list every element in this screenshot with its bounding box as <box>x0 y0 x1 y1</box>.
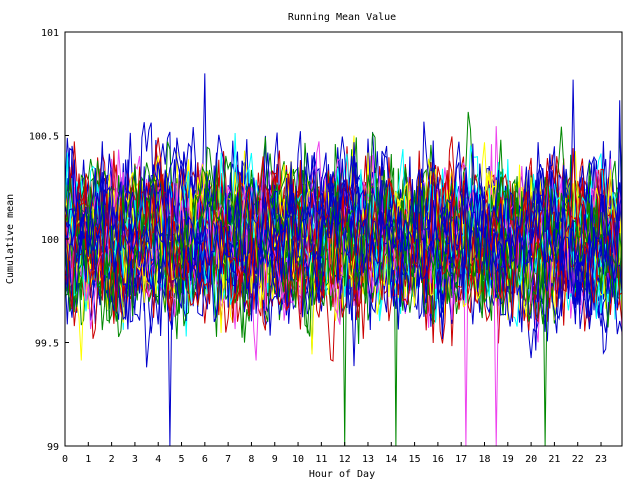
x-tick-label: 20 <box>525 454 537 465</box>
x-tick-label: 21 <box>548 454 560 465</box>
x-tick-label: 22 <box>572 454 584 465</box>
x-tick-label: 10 <box>292 454 304 465</box>
x-tick-label: 7 <box>225 454 231 465</box>
x-axis-title: Hour of Day <box>309 469 375 480</box>
x-tick-label: 9 <box>272 454 278 465</box>
x-tick-label: 15 <box>409 454 421 465</box>
y-tick-label: 99.5 <box>35 339 59 350</box>
y-tick-label: 100.5 <box>29 132 59 143</box>
series-layer <box>65 73 622 446</box>
x-tick-label: 5 <box>179 454 185 465</box>
x-tick-label: 8 <box>248 454 254 465</box>
x-tick-label: 14 <box>385 454 397 465</box>
y-tick-label: 99 <box>47 442 59 453</box>
x-tick-label: 2 <box>109 454 115 465</box>
x-tick-label: 0 <box>62 454 68 465</box>
chart-title: Running Mean Value <box>288 12 396 23</box>
x-tick-label: 3 <box>132 454 138 465</box>
y-tick-label: 100 <box>41 235 59 246</box>
x-tick-label: 23 <box>595 454 607 465</box>
x-tick-label: 13 <box>362 454 374 465</box>
y-axis-title: Cumulative mean <box>5 194 16 284</box>
plot-area <box>65 73 622 446</box>
x-tick-label: 16 <box>432 454 444 465</box>
y-tick-label: 101 <box>41 28 59 39</box>
x-tick-label: 11 <box>315 454 327 465</box>
x-tick-label: 17 <box>455 454 467 465</box>
x-tick-label: 19 <box>502 454 514 465</box>
x-tick-label: 12 <box>339 454 351 465</box>
x-tick-label: 6 <box>202 454 208 465</box>
chart-svg: Running Mean Value 0 1 2 3 4 5 6 7 8 9 10 11 12 13 14 1… <box>5 12 623 480</box>
x-tick-label: 4 <box>155 454 161 465</box>
x-tick-label: 18 <box>478 454 490 465</box>
x-tick-label: 1 <box>85 454 91 465</box>
chart: Running Mean Value 0 1 2 3 4 5 6 7 8 9 10 11 12 13 14 1… <box>0 0 640 480</box>
